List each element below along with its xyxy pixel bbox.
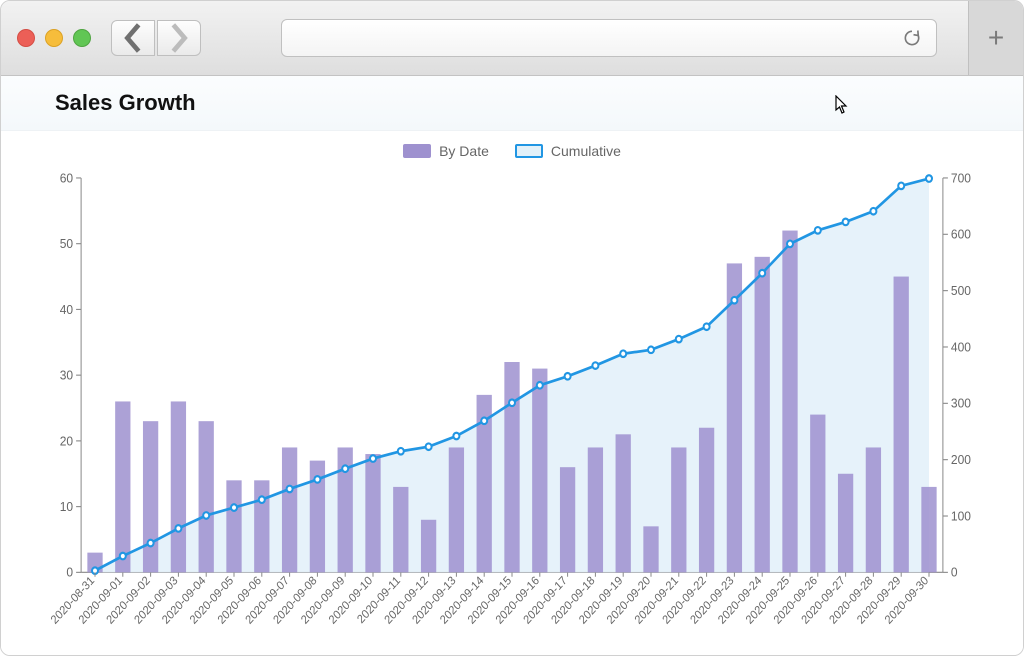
page-header: Sales Growth — [1, 76, 1023, 131]
zoom-icon[interactable] — [73, 29, 91, 47]
legend-item-bar[interactable]: By Date — [403, 143, 489, 159]
svg-text:30: 30 — [60, 368, 73, 383]
back-button[interactable] — [111, 20, 155, 56]
plus-icon: + — [988, 22, 1004, 54]
close-icon[interactable] — [17, 29, 35, 47]
reload-icon[interactable] — [902, 28, 922, 48]
svg-text:300: 300 — [951, 396, 971, 411]
svg-text:600: 600 — [951, 227, 971, 242]
legend-item-area[interactable]: Cumulative — [515, 143, 621, 159]
svg-text:0: 0 — [951, 565, 958, 580]
chart-svg: 010203040506001002003004005006007002020-… — [31, 167, 993, 656]
svg-text:700: 700 — [951, 171, 971, 186]
legend-swatch-area — [515, 144, 543, 158]
legend-label-area: Cumulative — [551, 143, 621, 159]
titlebar: + — [1, 1, 1023, 76]
minimize-icon[interactable] — [45, 29, 63, 47]
chart-legend: By Date Cumulative — [31, 143, 993, 159]
svg-text:20: 20 — [60, 434, 73, 449]
page-title: Sales Growth — [31, 90, 196, 116]
browser-window: + Sales Growth By Date Cumulative 0 10 20 3… — [0, 0, 1024, 656]
svg-text:10: 10 — [60, 500, 73, 515]
svg-text:60: 60 — [60, 171, 73, 186]
chart-container: By Date Cumulative 010203040506001002003… — [1, 131, 1023, 656]
forward-button[interactable] — [157, 20, 201, 56]
svg-text:50: 50 — [60, 237, 73, 252]
svg-text:100: 100 — [951, 509, 971, 524]
svg-text:400: 400 — [951, 340, 971, 355]
svg-text:500: 500 — [951, 284, 971, 299]
legend-label-bar: By Date — [439, 143, 489, 159]
svg-text:200: 200 — [951, 453, 971, 468]
nav-buttons — [111, 20, 201, 56]
page-content: Sales Growth By Date Cumulative 0 10 20 30 4… — [1, 76, 1023, 656]
window-controls — [17, 29, 91, 47]
new-tab-button[interactable]: + — [968, 1, 1023, 75]
url-bar[interactable] — [281, 19, 937, 57]
legend-swatch-bar — [403, 144, 431, 158]
svg-text:0: 0 — [66, 565, 73, 580]
svg-text:40: 40 — [60, 302, 73, 317]
